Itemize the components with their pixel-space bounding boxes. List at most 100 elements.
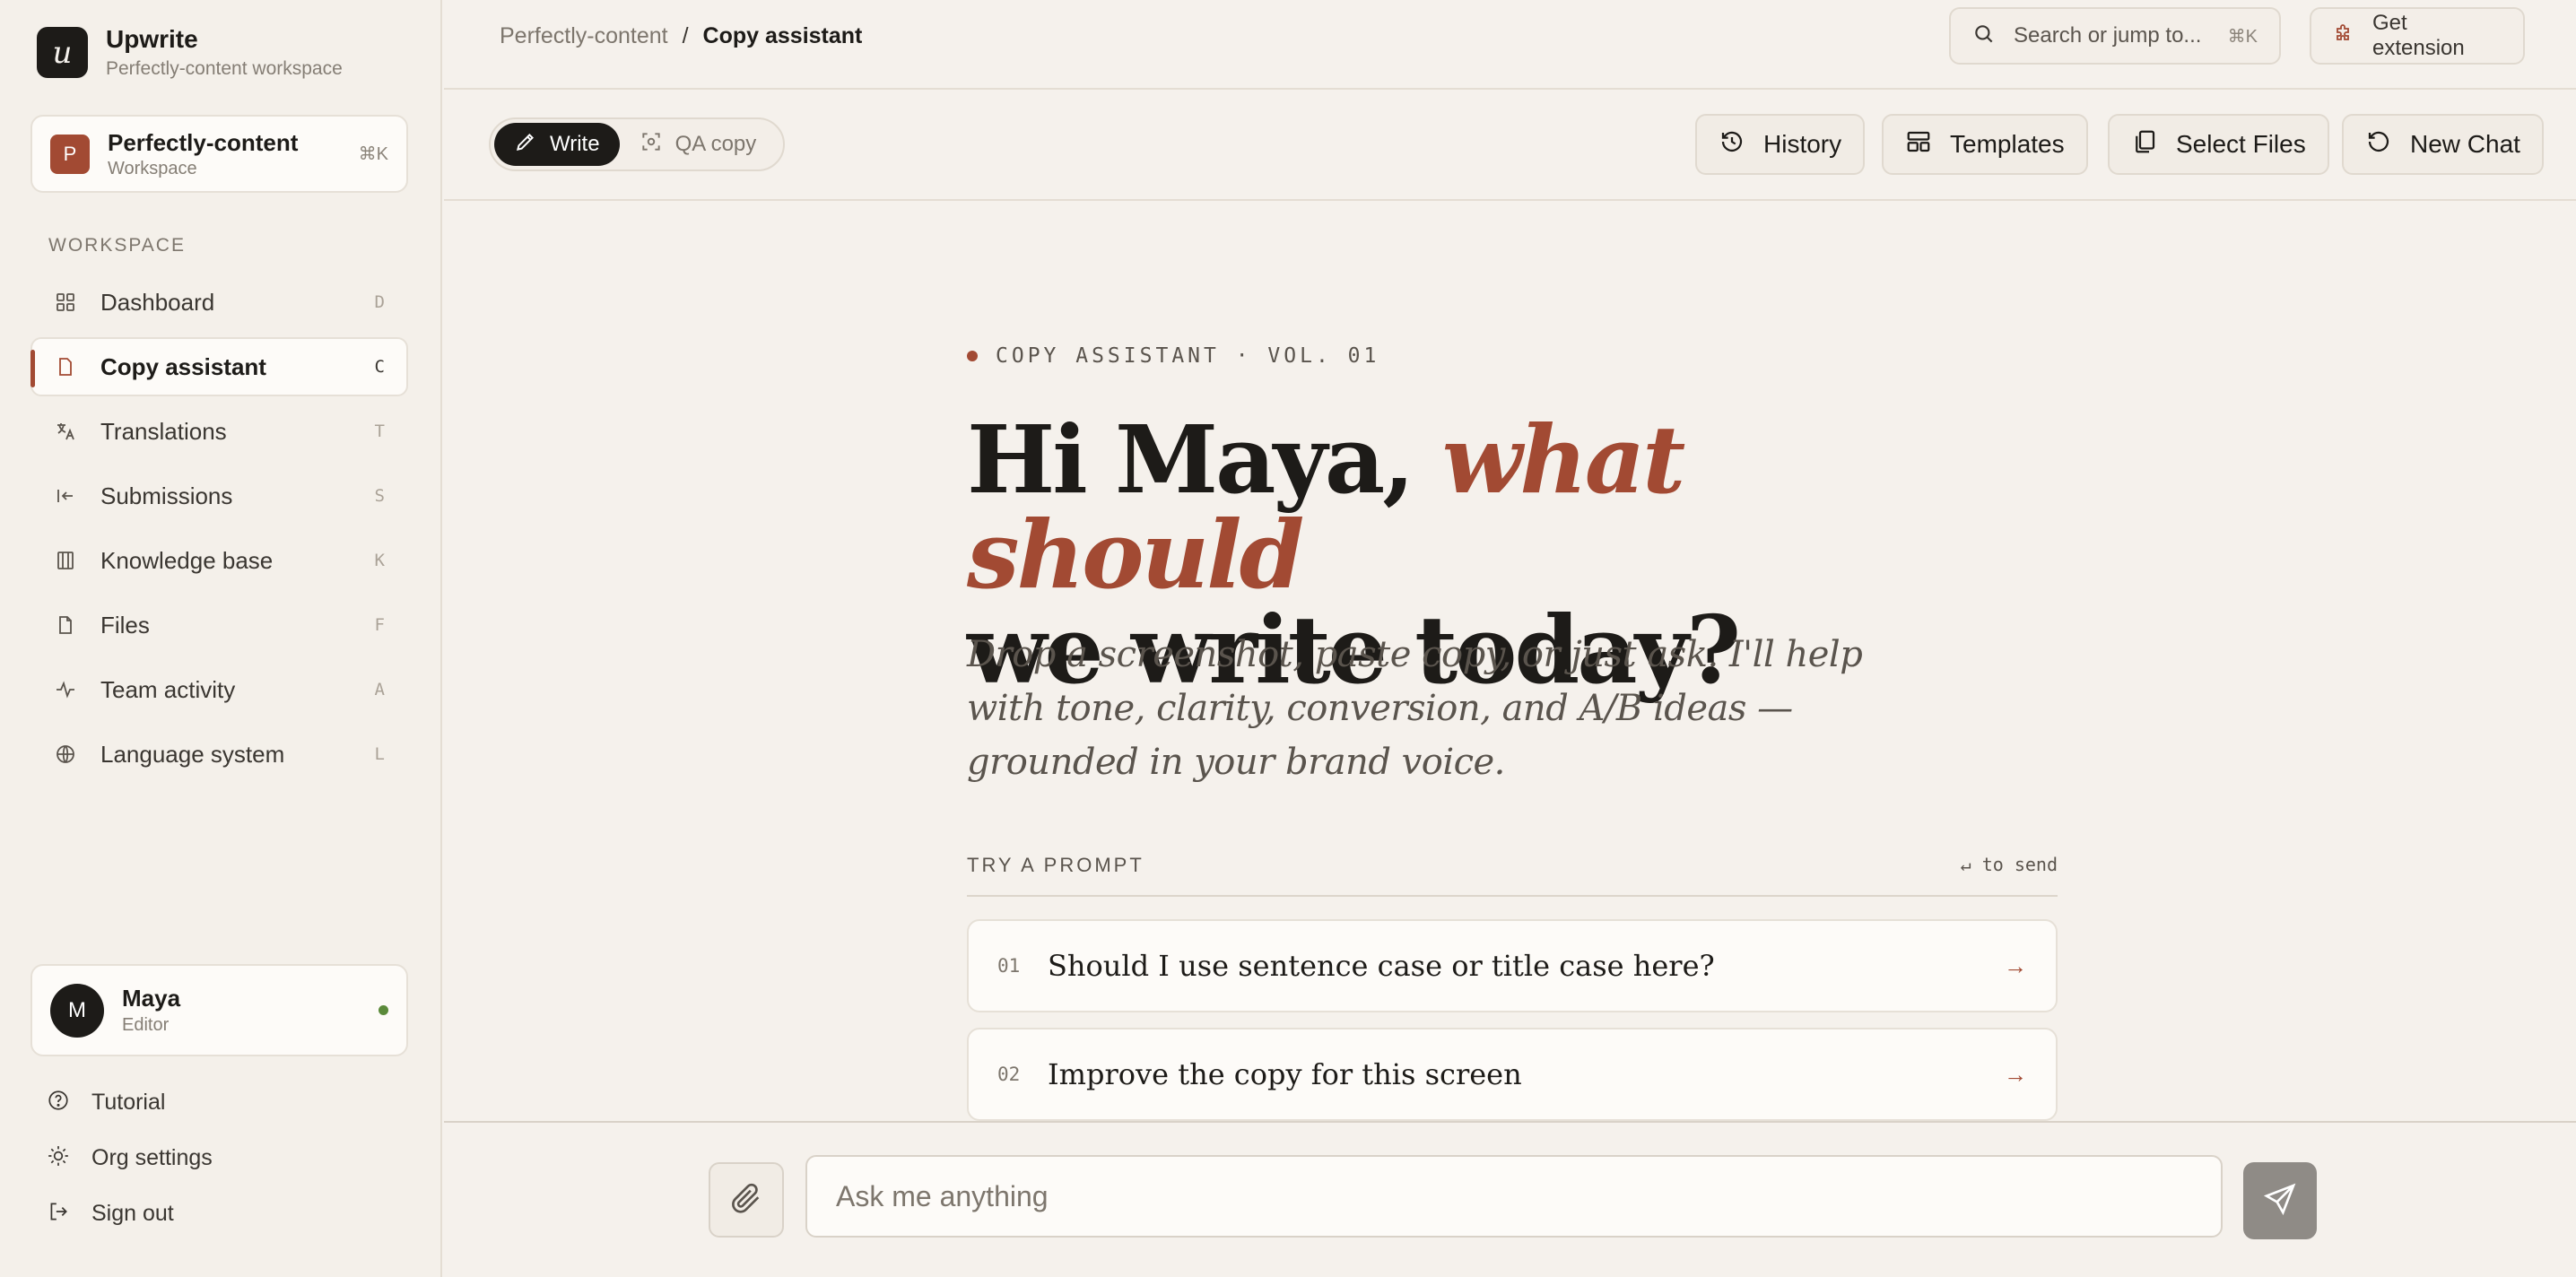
- send-hint: ↵ to send: [1960, 854, 2058, 875]
- sidebar-item-copy-assistant[interactable]: Copy assistant C: [30, 337, 408, 396]
- sidebar-item-team-activity[interactable]: Team activity A: [30, 660, 408, 719]
- workspace-shortcut: ⌘K: [358, 144, 388, 164]
- prompt-text: Improve the copy for this screen: [1048, 1057, 1522, 1091]
- sign-out-label: Sign out: [91, 1200, 174, 1226]
- grid-icon: [54, 291, 77, 314]
- history-icon: [1719, 128, 1745, 161]
- workspace-name: Perfectly-content: [108, 128, 299, 156]
- workspace-text: Perfectly-content Workspace: [108, 129, 359, 179]
- breadcrumb-current: Copy assistant: [702, 23, 863, 48]
- search-bar[interactable]: Search or jump to... ⌘K: [1949, 7, 2281, 65]
- user-card[interactable]: M Maya Editor: [30, 964, 408, 1056]
- sidebar-item-label: Files: [100, 611, 150, 638]
- search-shortcut: ⌘K: [2227, 26, 2258, 47]
- new-chat-label: New Chat: [2410, 130, 2520, 158]
- ask-input[interactable]: [805, 1155, 2223, 1238]
- sidebar-section-label: WORKSPACE: [48, 235, 186, 256]
- document-icon: [54, 355, 77, 378]
- attach-button[interactable]: [709, 1162, 784, 1238]
- qa-copy-mode-button[interactable]: QA copy: [620, 123, 777, 166]
- arrow-right-icon: →: [2004, 1060, 2027, 1088]
- sidebar-item-translations[interactable]: Translations T: [30, 402, 408, 461]
- org-settings-label: Org settings: [91, 1144, 213, 1170]
- sidebar-item-label: Team activity: [100, 675, 236, 703]
- templates-label: Templates: [1950, 130, 2065, 158]
- sidebar-item-label: Submissions: [100, 482, 233, 509]
- sidebar-item-shortcut: L: [374, 744, 385, 764]
- mode-toggle: Write QA copy: [489, 117, 785, 171]
- puzzle-icon: [2333, 23, 2354, 49]
- sign-out-icon: [47, 1200, 70, 1228]
- toolbar: Write QA copy History Templates Select F…: [444, 91, 2576, 201]
- sidebar-item-language-system[interactable]: Language system L: [30, 725, 408, 784]
- org-settings-link[interactable]: Org settings: [47, 1130, 213, 1186]
- select-files-button[interactable]: Select Files: [2108, 114, 2329, 175]
- new-chat-button[interactable]: New Chat: [2342, 114, 2544, 175]
- select-files-label: Select Files: [2176, 130, 2306, 158]
- prompt-suggestion-1[interactable]: 01 Should I use sentence case or title c…: [967, 919, 2058, 1012]
- brand-text: Upwrite Perfectly-content workspace: [106, 25, 343, 80]
- templates-button[interactable]: Templates: [1882, 114, 2088, 175]
- write-mode-button[interactable]: Write: [494, 123, 620, 166]
- scan-icon: [640, 130, 663, 160]
- sidebar-item-label: Dashboard: [100, 288, 215, 316]
- translate-icon: [54, 420, 77, 443]
- sidebar-item-shortcut: K: [374, 551, 385, 570]
- sidebar-item-label: Translations: [100, 417, 227, 445]
- brand-workspace-line: Perfectly-content workspace: [106, 58, 343, 79]
- breadcrumb-separator: /: [682, 23, 689, 48]
- settings-sun-icon: [47, 1144, 70, 1172]
- qa-copy-mode-label: QA copy: [674, 132, 757, 156]
- activity-icon: [54, 678, 77, 701]
- book-columns-icon: [54, 549, 77, 572]
- workspace-switcher[interactable]: P Perfectly-content Workspace ⌘K: [30, 115, 408, 193]
- tutorial-label: Tutorial: [91, 1089, 166, 1115]
- app-root: u Upwrite Perfectly-content workspace P …: [0, 0, 2576, 1277]
- sidebar-item-files[interactable]: Files F: [30, 595, 408, 655]
- sidebar-nav: Dashboard D Copy assistant C Translation…: [30, 273, 408, 789]
- brand-logo: u: [37, 27, 88, 78]
- sidebar-footer-links: Tutorial Org settings Sign out: [47, 1074, 213, 1241]
- prompt-number: 01: [997, 955, 1021, 977]
- brand[interactable]: u Upwrite Perfectly-content workspace: [37, 25, 343, 80]
- sidebar-item-label: Language system: [100, 740, 285, 768]
- prompt-text: Should I use sentence case or title case…: [1048, 949, 1715, 983]
- layout-template-icon: [1905, 128, 1932, 161]
- pencil-icon: [514, 130, 537, 160]
- history-button[interactable]: History: [1695, 114, 1866, 175]
- sidebar-item-submissions[interactable]: Submissions S: [30, 466, 408, 526]
- sidebar-item-knowledge-base[interactable]: Knowledge base K: [30, 531, 408, 590]
- composer: [444, 1121, 2576, 1277]
- file-icon: [54, 613, 77, 637]
- workspace-role: Workspace: [108, 158, 197, 178]
- sidebar-item-dashboard[interactable]: Dashboard D: [30, 273, 408, 332]
- top-bar: Perfectly-content / Copy assistant Searc…: [444, 0, 2576, 90]
- history-label: History: [1763, 130, 1842, 158]
- sidebar: u Upwrite Perfectly-content workspace P …: [0, 0, 442, 1277]
- refresh-icon: [2365, 128, 2392, 161]
- sidebar-item-shortcut: S: [374, 486, 385, 506]
- user-avatar: M: [50, 983, 104, 1038]
- arrow-right-icon: →: [2004, 951, 2027, 979]
- send-button[interactable]: [2243, 1162, 2317, 1239]
- sidebar-item-shortcut: D: [374, 292, 385, 312]
- get-extension-button[interactable]: Get extension: [2310, 7, 2525, 65]
- sidebar-item-shortcut: A: [374, 680, 385, 699]
- search-icon: [1972, 22, 1996, 50]
- subtitle: Drop a screenshot, paste copy, or just a…: [967, 634, 1863, 783]
- breadcrumb-parent[interactable]: Perfectly-content: [500, 23, 668, 49]
- accent-dot: [967, 351, 978, 361]
- eyebrow: COPY ASSISTANT · VOL. 01: [967, 344, 1379, 368]
- sidebar-item-shortcut: T: [374, 421, 385, 441]
- user-text: Maya Editor: [122, 985, 379, 1036]
- tutorial-link[interactable]: Tutorial: [47, 1074, 213, 1130]
- get-extension-label: Get extension: [2372, 11, 2465, 60]
- sidebar-item-label: Copy assistant: [100, 352, 266, 380]
- copy-files-icon: [2131, 128, 2158, 161]
- user-role: Editor: [122, 1015, 170, 1035]
- write-mode-label: Write: [550, 132, 600, 156]
- sign-out-link[interactable]: Sign out: [47, 1186, 213, 1241]
- sidebar-item-label: Knowledge base: [100, 546, 274, 574]
- search-placeholder: Search or jump to...: [2014, 23, 2202, 48]
- prompt-suggestion-2[interactable]: 02 Improve the copy for this screen →: [967, 1028, 2058, 1121]
